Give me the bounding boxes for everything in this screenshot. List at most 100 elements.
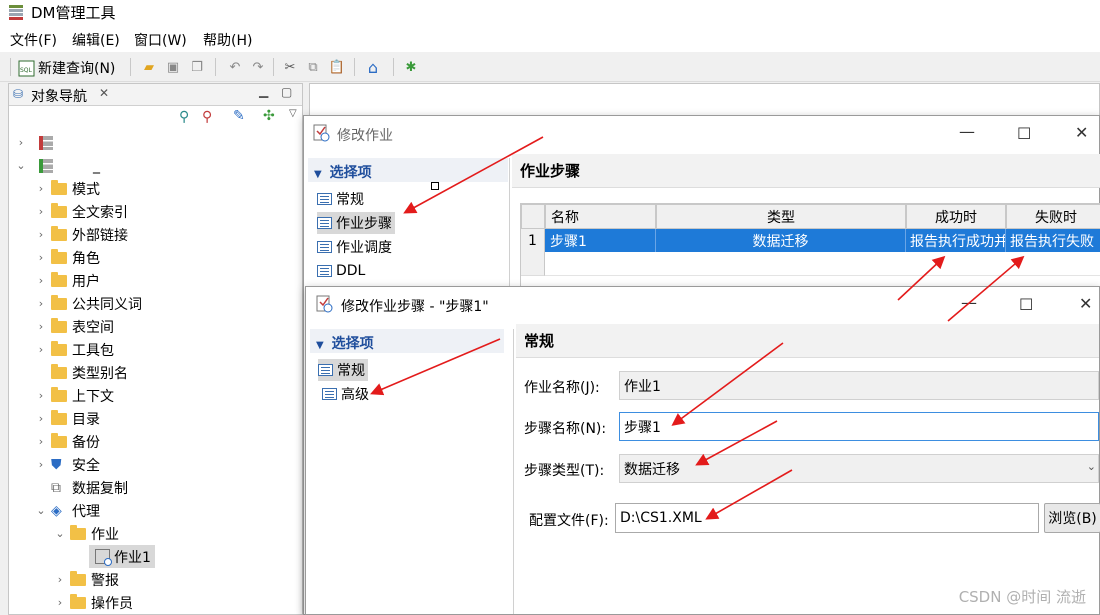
minimize-icon[interactable]: ▁: [259, 84, 268, 98]
tree-item-schema[interactable]: › 模式: [35, 177, 100, 200]
tree-item-role[interactable]: › 角色: [35, 246, 100, 269]
chevron-down-icon[interactable]: ⌄: [1087, 460, 1096, 473]
view-menu-icon[interactable]: ▽: [289, 108, 297, 119]
step-type-select[interactable]: 数据迁移 ⌄: [619, 454, 1099, 483]
connect-icon[interactable]: ⚲: [179, 109, 189, 125]
replication-icon: ⧉: [51, 479, 61, 496]
undo-icon[interactable]: ↶: [225, 57, 245, 77]
expand-all-icon[interactable]: ✣: [263, 108, 275, 124]
section-title: 作业步骤: [520, 162, 581, 180]
modify-step-dialog: 修改作业步骤 - "步骤1" — ☐ ✕ ▼ 选择项 常规 高级 常规 作业名称…: [305, 286, 1100, 615]
copy-icon[interactable]: ⧉: [303, 57, 323, 77]
chevron-down-icon[interactable]: ⌄: [54, 527, 66, 540]
option-label: 常规: [336, 192, 364, 208]
option-label: 作业步骤: [336, 216, 392, 232]
tree-item-label: 数据复制: [72, 480, 128, 497]
folder-icon: [51, 317, 67, 333]
cut-icon[interactable]: ✂: [280, 57, 300, 77]
menu-help[interactable]: 帮助(H): [203, 30, 252, 50]
maximize-icon[interactable]: ☐: [1019, 295, 1033, 314]
chevron-right-icon[interactable]: ›: [35, 343, 47, 356]
tree-server-2[interactable]: ⌄ _: [15, 154, 100, 177]
menu-edit[interactable]: 编辑(E): [72, 30, 120, 50]
paste-icon[interactable]: 📋: [327, 57, 347, 77]
minimize-icon[interactable]: —: [961, 293, 977, 312]
chevron-right-icon[interactable]: ›: [35, 182, 47, 195]
column-header-name[interactable]: 名称: [545, 204, 656, 229]
browse-button[interactable]: 浏览(B): [1044, 503, 1100, 533]
edit-icon[interactable]: ✎: [233, 108, 245, 124]
tree-item-alert[interactable]: › 警报: [54, 568, 119, 591]
chevron-right-icon[interactable]: ›: [35, 251, 47, 264]
resize-handle[interactable]: [431, 182, 439, 190]
table-row[interactable]: 1 步骤1 数据迁移 报告执行成功并 报告执行失败: [521, 229, 1100, 252]
option-advanced[interactable]: 高级: [322, 383, 369, 405]
chevron-right-icon[interactable]: ›: [35, 412, 47, 425]
new-query-button[interactable]: SQL 新建查询(N): [18, 58, 115, 78]
save-all-icon[interactable]: ❐: [187, 57, 207, 77]
chevron-right-icon[interactable]: ›: [35, 297, 47, 310]
tree-item-tablespace[interactable]: › 表空间: [35, 315, 114, 338]
chevron-right-icon[interactable]: ›: [54, 596, 66, 609]
chevron-down-icon[interactable]: ⌄: [35, 504, 47, 517]
tree-item-job[interactable]: ⌄ 作业: [54, 522, 119, 545]
chevron-right-icon[interactable]: ›: [15, 136, 27, 149]
tree-item-job1[interactable]: 作业1: [89, 545, 155, 568]
cell-on-success[interactable]: 报告执行成功并: [906, 229, 1006, 252]
debug-icon[interactable]: ✱: [401, 57, 421, 77]
tree-item-replication[interactable]: ⧉ 数据复制: [35, 476, 128, 499]
chevron-right-icon[interactable]: ›: [35, 435, 47, 448]
close-tab-icon[interactable]: ✕: [99, 86, 109, 100]
tree-item-fulltext[interactable]: › 全文索引: [35, 200, 128, 223]
chevron-right-icon[interactable]: ›: [35, 458, 47, 471]
close-icon[interactable]: ✕: [1075, 123, 1088, 142]
option-label: 高级: [341, 387, 369, 403]
tree-item-user[interactable]: › 用户: [35, 269, 100, 292]
chevron-right-icon[interactable]: ›: [35, 205, 47, 218]
tree-item-backup[interactable]: › 备份: [35, 430, 100, 453]
option-job-schedule[interactable]: 作业调度: [317, 236, 392, 258]
cell-on-failure[interactable]: 报告执行失败: [1006, 229, 1100, 252]
navigator-tab-title[interactable]: 对象导航: [31, 86, 87, 106]
chevron-right-icon[interactable]: ›: [35, 389, 47, 402]
option-general[interactable]: 常规: [317, 188, 364, 210]
chevron-right-icon[interactable]: ›: [35, 228, 47, 241]
close-icon[interactable]: ✕: [1079, 294, 1092, 313]
save-icon[interactable]: ▣: [163, 57, 183, 77]
tree-item-context[interactable]: › 上下文: [35, 384, 114, 407]
maximize-icon[interactable]: ▢: [281, 85, 292, 99]
tree-item-agent[interactable]: ⌄ ◈ 代理: [35, 499, 100, 522]
column-header-type[interactable]: 类型: [656, 204, 906, 229]
cell-name[interactable]: 步骤1: [545, 229, 656, 252]
open-folder-icon[interactable]: ▰: [139, 57, 159, 77]
redo-icon[interactable]: ↷: [248, 57, 268, 77]
tree-item-dblink[interactable]: › 外部链接: [35, 223, 128, 246]
tree-item-security[interactable]: › ⛊ 安全: [35, 453, 100, 476]
tree-item-synonym[interactable]: › 公共同义词: [35, 292, 142, 315]
option-general[interactable]: 常规: [318, 359, 368, 381]
config-file-input[interactable]: D:\CS1.XML: [615, 503, 1039, 533]
tree-item-directory[interactable]: › 目录: [35, 407, 100, 430]
step-name-input[interactable]: 步骤1: [619, 412, 1099, 441]
tree-item-operator[interactable]: › 操作员: [54, 591, 133, 614]
tree-item-package[interactable]: › 工具包: [35, 338, 114, 361]
chevron-right-icon[interactable]: ›: [35, 320, 47, 333]
tree-server-1[interactable]: ›: [15, 131, 53, 154]
menu-file[interactable]: 文件(F): [10, 30, 57, 50]
tree-item-type-alias[interactable]: 类型别名: [35, 361, 128, 384]
folder-icon: [51, 409, 67, 425]
menu-window[interactable]: 窗口(W): [134, 30, 187, 50]
option-job-steps[interactable]: 作业步骤: [317, 212, 395, 234]
chevron-right-icon[interactable]: ›: [54, 573, 66, 586]
home-icon[interactable]: ⌂: [363, 57, 383, 77]
option-label: DDL: [336, 263, 366, 279]
chevron-right-icon[interactable]: ›: [35, 274, 47, 287]
column-header-success[interactable]: 成功时: [906, 204, 1006, 229]
maximize-icon[interactable]: ☐: [1017, 124, 1031, 143]
disconnect-icon[interactable]: ⚲: [202, 109, 212, 125]
column-header-failure[interactable]: 失败时: [1006, 204, 1100, 229]
chevron-down-icon[interactable]: ⌄: [15, 159, 27, 172]
option-ddl[interactable]: DDL: [317, 260, 365, 282]
minimize-icon[interactable]: —: [959, 122, 975, 141]
cell-type[interactable]: 数据迁移: [656, 229, 906, 252]
